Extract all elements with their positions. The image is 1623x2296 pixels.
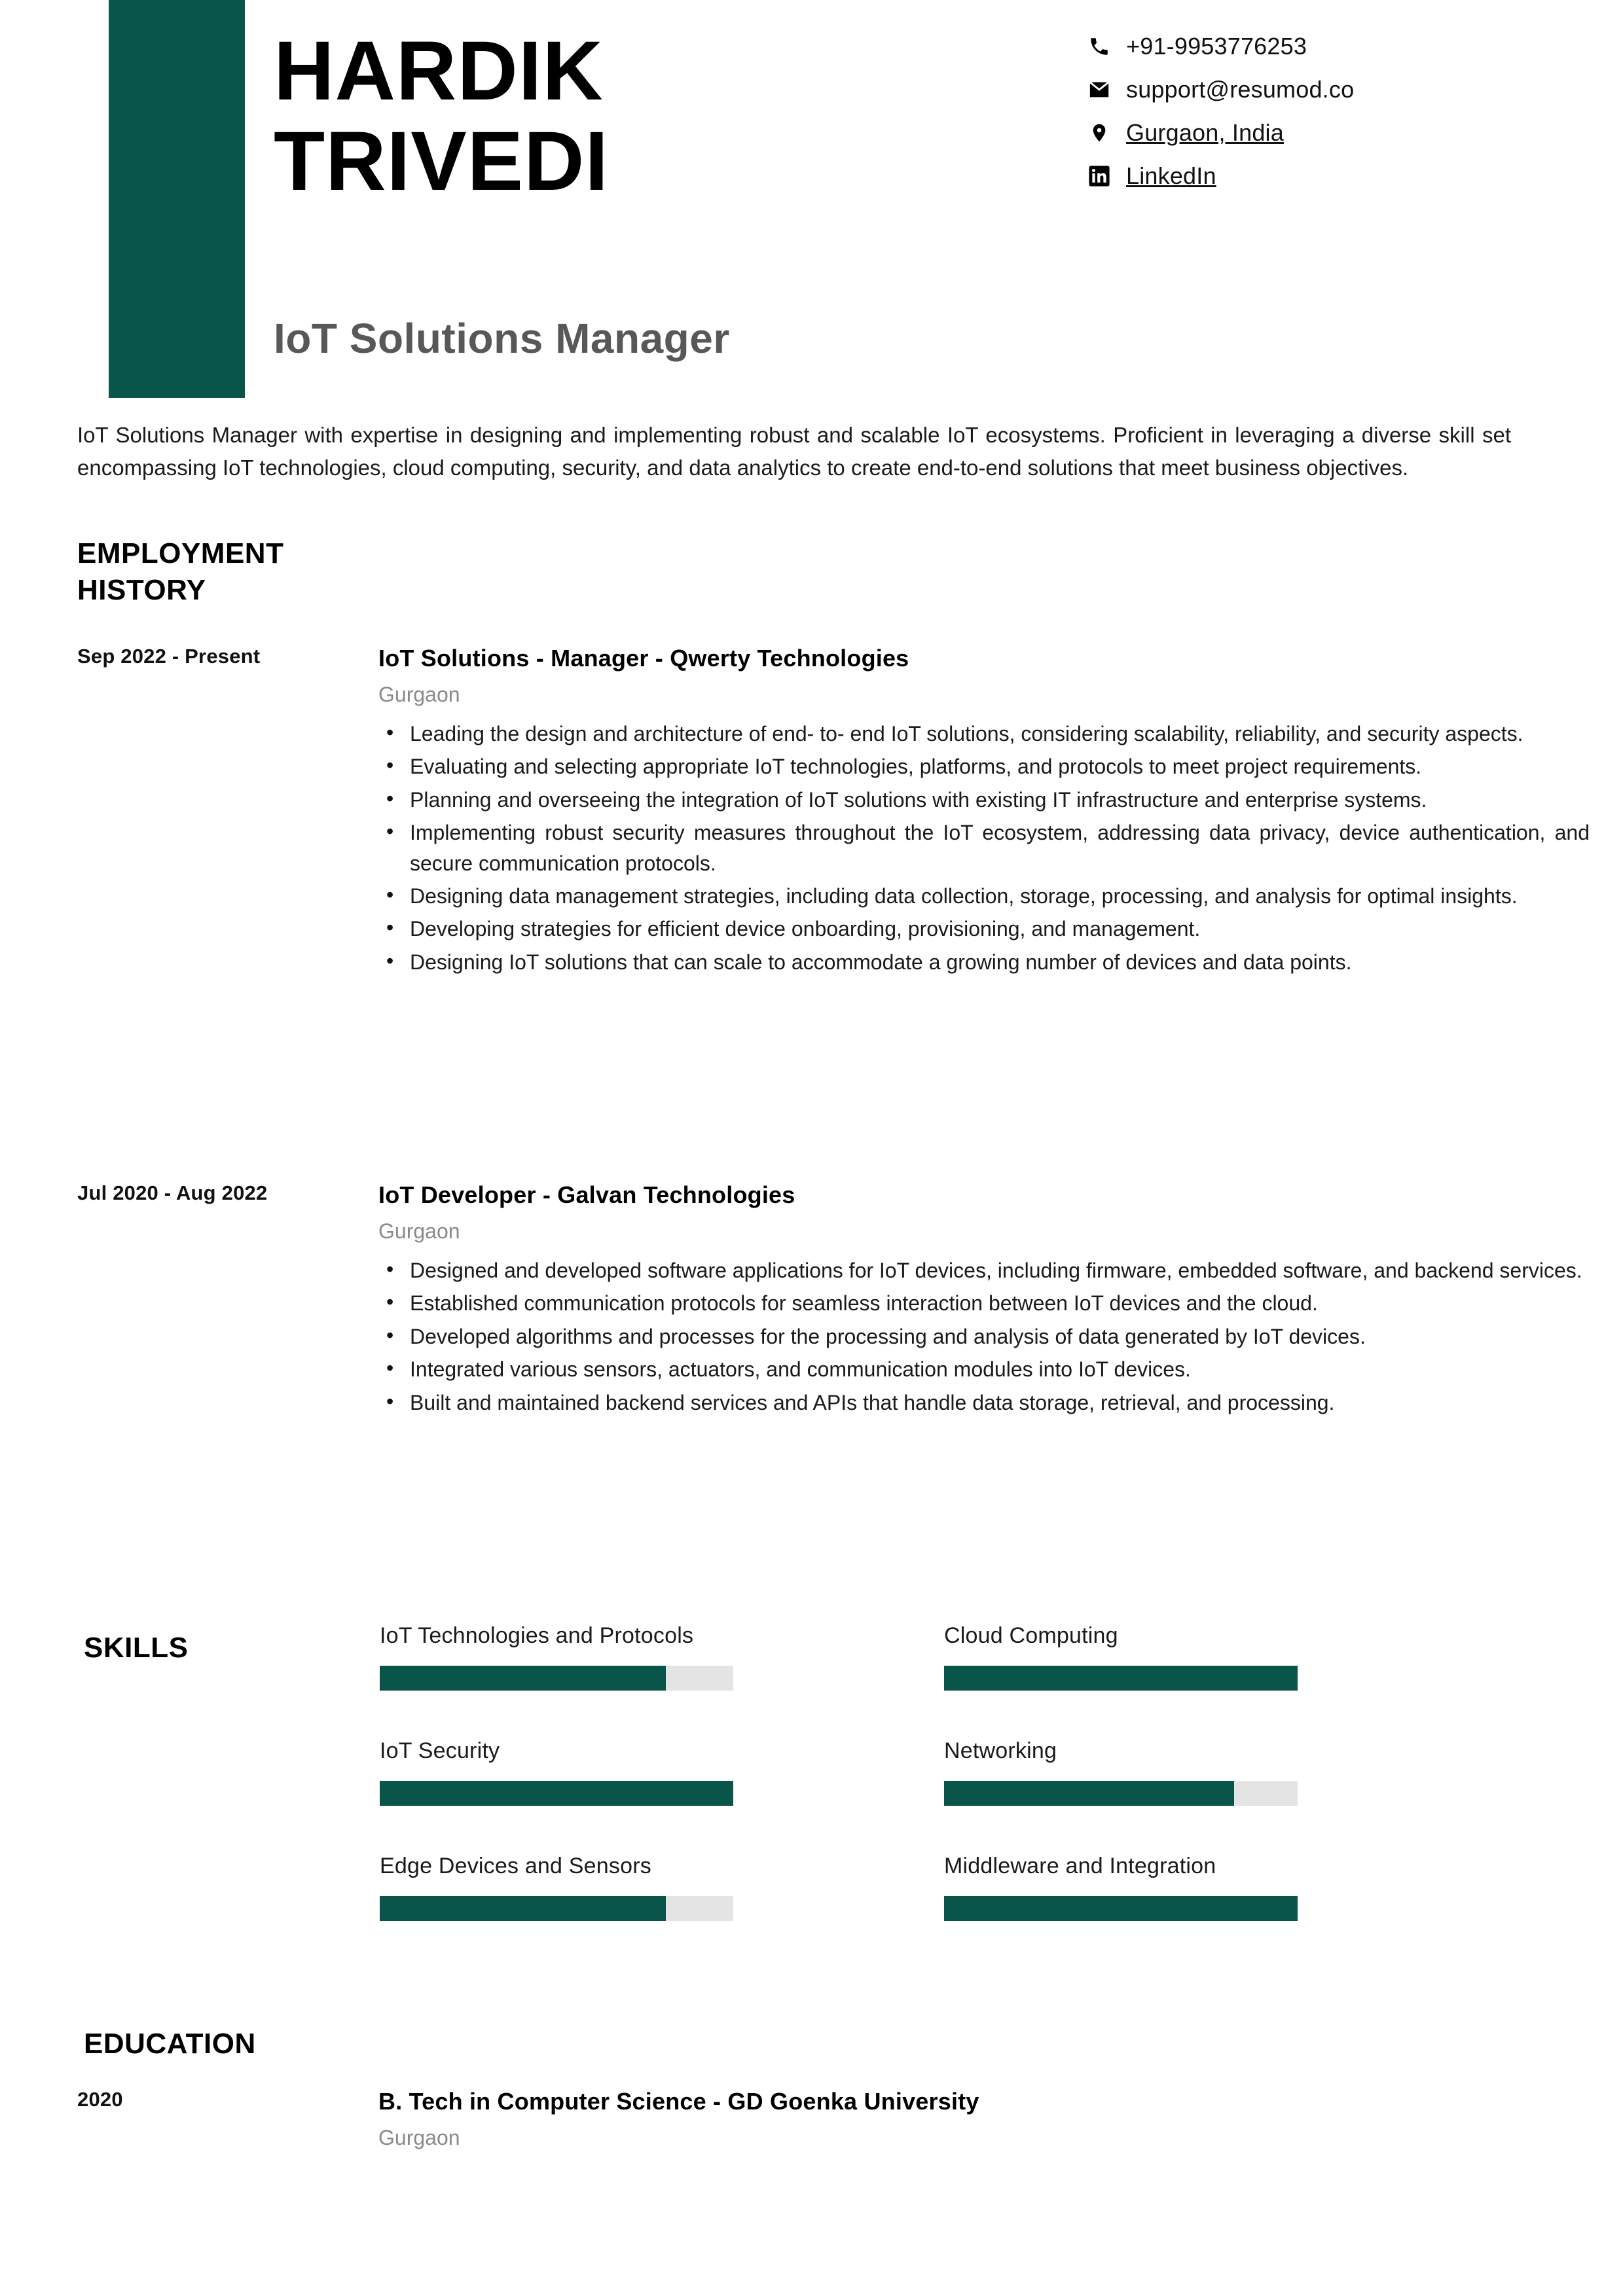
- contact-item-phone[interactable]: +91-9953776253: [1087, 25, 1584, 68]
- employment-heading-line2: HISTORY: [77, 574, 206, 607]
- page-title: IoT Solutions Manager: [274, 315, 730, 362]
- location-value: Gurgaon, India: [1126, 119, 1284, 146]
- skill-progress-fill: [944, 1666, 1298, 1691]
- employment-location: Gurgaon: [378, 683, 460, 706]
- skill-item: IoT Security: [380, 1738, 733, 1854]
- contact-block: +91-9953776253 support@resumod.co Gurgao…: [1087, 25, 1584, 198]
- employment-title: IoT Developer - Galvan Technologies: [378, 1181, 795, 1208]
- candidate-name: HARDIK TRIVEDI: [274, 26, 994, 207]
- section-title-skills: SKILLS: [84, 1632, 189, 1664]
- list-item: Built and maintained backend services an…: [378, 1386, 1590, 1418]
- phone-value: +91-9953776253: [1126, 33, 1307, 60]
- phone-icon: [1087, 34, 1112, 59]
- last-name: TRIVEDI: [274, 115, 609, 209]
- skill-progress-track: [380, 1666, 733, 1691]
- skill-label: Networking: [944, 1738, 1057, 1763]
- list-item: Leading the design and architecture of e…: [378, 717, 1590, 749]
- section-title-employment: EMPLOYMENT HISTORY: [77, 535, 378, 609]
- skill-item: Cloud Computing: [944, 1623, 1298, 1738]
- accent-bar: [109, 0, 245, 398]
- employment-date: Sep 2022 - Present: [77, 645, 261, 668]
- linkedin-value: LinkedIn: [1126, 162, 1216, 189]
- contact-item-location[interactable]: Gurgaon, India: [1087, 111, 1584, 154]
- skill-progress-fill: [380, 1896, 666, 1921]
- skill-item: Edge Devices and Sensors: [380, 1854, 733, 1969]
- education-title: B. Tech in Computer Science - GD Goenka …: [378, 2088, 979, 2115]
- skill-label: Middleware and Integration: [944, 1854, 1216, 1878]
- employment-details: IoT Developer - Galvan Technologies Gurg…: [378, 1181, 1590, 1420]
- list-item: Designing IoT solutions that can scale t…: [378, 946, 1590, 977]
- section-title-education: EDUCATION: [84, 2028, 256, 2060]
- list-item: Designed and developed software applicat…: [378, 1254, 1590, 1285]
- contact-item-linkedin[interactable]: LinkedIn: [1087, 154, 1584, 198]
- skill-label: Cloud Computing: [944, 1623, 1118, 1648]
- skill-progress-track: [944, 1781, 1298, 1806]
- profile-summary: IoT Solutions Manager with expertise in …: [77, 423, 1511, 480]
- employment-location: Gurgaon: [378, 1219, 460, 1243]
- skill-item: Middleware and Integration: [944, 1854, 1298, 1969]
- skills-grid: IoT Technologies and Protocols Cloud Com…: [380, 1623, 1309, 1969]
- email-value: support@resumod.co: [1126, 76, 1355, 103]
- list-item: Integrated various sensors, actuators, a…: [378, 1353, 1590, 1384]
- first-name: HARDIK: [274, 24, 604, 118]
- education-date: 2020: [77, 2088, 123, 2111]
- envelope-icon: [1087, 77, 1112, 102]
- skill-progress-track: [944, 1896, 1298, 1921]
- skill-progress-fill: [380, 1781, 733, 1806]
- skill-label: IoT Technologies and Protocols: [380, 1623, 694, 1648]
- employment-bullets: Designed and developed software applicat…: [378, 1254, 1590, 1418]
- skill-progress-track: [380, 1896, 733, 1921]
- contact-item-email[interactable]: support@resumod.co: [1087, 68, 1584, 111]
- location-pin-icon: [1087, 120, 1112, 145]
- skill-progress-fill: [944, 1896, 1298, 1921]
- skill-label: IoT Security: [380, 1738, 500, 1763]
- employment-date: Jul 2020 - Aug 2022: [77, 1181, 268, 1204]
- employment-details: IoT Solutions - Manager - Qwerty Technol…: [378, 645, 1590, 980]
- education-location: Gurgaon: [378, 2126, 460, 2149]
- list-item: Designing data management strategies, in…: [378, 880, 1590, 911]
- employment-title: IoT Solutions - Manager - Qwerty Technol…: [378, 645, 909, 672]
- employment-heading-line1: EMPLOYMENT: [77, 537, 284, 569]
- linkedin-icon: [1087, 164, 1112, 188]
- skill-progress-track: [380, 1781, 733, 1806]
- list-item: Evaluating and selecting appropriate IoT…: [378, 750, 1590, 781]
- resume-header: HARDIK TRIVEDI IoT Solutions Manager +91…: [0, 0, 1623, 419]
- employment-bullets: Leading the design and architecture of e…: [378, 717, 1590, 977]
- skill-item: IoT Technologies and Protocols: [380, 1623, 733, 1738]
- skill-progress-fill: [380, 1666, 666, 1691]
- skill-label: Edge Devices and Sensors: [380, 1854, 651, 1878]
- skill-item: Networking: [944, 1738, 1298, 1854]
- list-item: Planning and overseeing the integration …: [378, 783, 1590, 815]
- list-item: Established communication protocols for …: [378, 1287, 1590, 1318]
- education-details: B. Tech in Computer Science - GD Goenka …: [378, 2088, 1590, 2162]
- list-item: Developed algorithms and processes for t…: [378, 1320, 1590, 1352]
- skill-progress-fill: [944, 1781, 1234, 1806]
- skill-progress-track: [944, 1666, 1298, 1691]
- list-item: Implementing robust security measures th…: [378, 816, 1590, 878]
- list-item: Developing strategies for efficient devi…: [378, 912, 1590, 944]
